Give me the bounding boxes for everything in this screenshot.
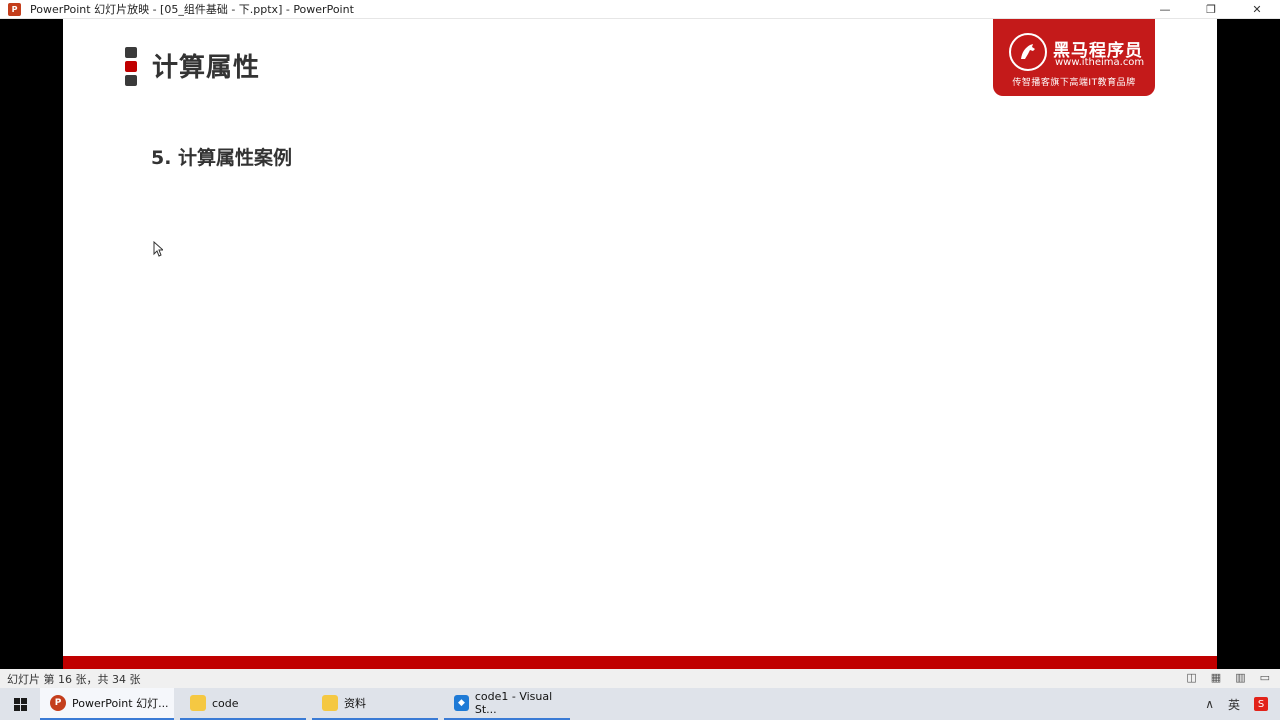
- brand-logo: 黑马程序员 www.itheima.com 传智播客旗下高端IT教育品牌: [993, 19, 1155, 96]
- folder-icon: [322, 695, 338, 711]
- system-tray: ∧ 英 S: [1205, 688, 1280, 720]
- taskbar-item-label: code: [212, 696, 239, 710]
- normal-view-icon[interactable]: ◫: [1186, 671, 1196, 684]
- title-bullet-icon: [125, 47, 137, 89]
- horse-logo-icon: [1009, 33, 1047, 71]
- ime-indicator[interactable]: 英: [1228, 696, 1240, 713]
- window-controls: — ❐ ✕: [1142, 0, 1280, 19]
- window-title: PowerPoint 幻灯片放映 - [05_组件基础 - 下.pptx] - …: [30, 3, 354, 16]
- slideshow-view-icons: ◫ ▦ ▥ ▭: [1186, 671, 1270, 684]
- taskbar-item-ziliao-folder[interactable]: 资料: [312, 688, 438, 720]
- vscode-icon: ◆: [454, 695, 469, 711]
- powerpoint-icon: P: [50, 695, 66, 711]
- logo-url: www.itheima.com: [1055, 57, 1145, 68]
- start-button[interactable]: [0, 688, 40, 720]
- tray-chevron-icon[interactable]: ∧: [1205, 697, 1214, 711]
- taskbar-item-label: PowerPoint 幻灯...: [72, 697, 169, 710]
- powerpoint-app-icon: P: [8, 2, 21, 16]
- taskbar-item-vscode[interactable]: ◆ code1 - Visual St...: [444, 688, 570, 720]
- minimize-button[interactable]: —: [1142, 0, 1188, 19]
- taskbar-item-code-folder[interactable]: code: [180, 688, 306, 720]
- slide-sorter-icon[interactable]: ▦: [1211, 671, 1221, 684]
- reading-view-icon[interactable]: ▥: [1235, 671, 1245, 684]
- windows-logo-icon: [13, 697, 27, 711]
- logo-slogan: 传智播客旗下高端IT教育品牌: [1012, 78, 1136, 88]
- sogou-ime-icon[interactable]: S: [1254, 697, 1268, 711]
- slideshow-statusbar: 幻灯片 第 16 张，共 34 张 ◫ ▦ ▥ ▭: [0, 669, 1280, 688]
- windows-taskbar: P PowerPoint 幻灯... code 资料 ◆ code1 - Vis…: [0, 688, 1280, 720]
- slide-counter: 幻灯片 第 16 张，共 34 张: [7, 672, 141, 686]
- slideshow-view-icon[interactable]: ▭: [1260, 671, 1270, 684]
- taskbar-item-label: 资料: [344, 697, 366, 710]
- taskbar-item-label: code1 - Visual St...: [474, 690, 553, 716]
- slide-canvas[interactable]: 计算属性 5. 计算属性案例 黑马程序员 www.itheima.com 传智播…: [63, 19, 1217, 669]
- taskbar-item-powerpoint[interactable]: P PowerPoint 幻灯...: [40, 688, 174, 720]
- mouse-cursor-icon: [153, 241, 163, 257]
- slide-subtitle: 5. 计算属性案例: [151, 147, 293, 169]
- close-button[interactable]: ✕: [1234, 0, 1280, 19]
- letterbox-left: [0, 19, 63, 669]
- window-titlebar: P PowerPoint 幻灯片放映 - [05_组件基础 - 下.pptx] …: [0, 0, 1280, 19]
- slide-footer-bar: [63, 656, 1217, 669]
- letterbox-right: [1217, 19, 1280, 669]
- slide-title: 计算属性: [152, 53, 261, 83]
- folder-icon: [190, 695, 206, 711]
- restore-button[interactable]: ❐: [1188, 0, 1234, 19]
